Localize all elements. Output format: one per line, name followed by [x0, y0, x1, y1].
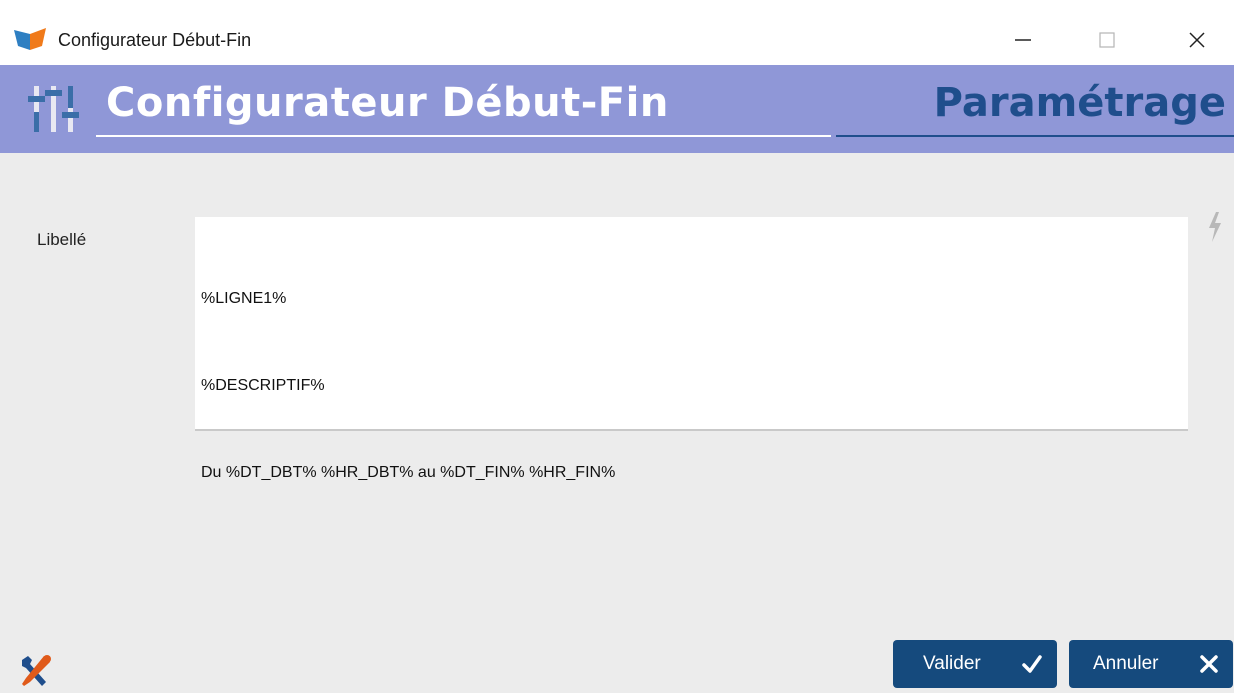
maximize-icon: [1099, 32, 1115, 48]
title-bar: Configurateur Début-Fin: [0, 0, 1234, 65]
textarea-line-2: %DESCRIPTIF%: [201, 377, 325, 394]
tools-icon[interactable]: [16, 652, 54, 688]
annuler-button[interactable]: Annuler: [1069, 640, 1233, 688]
check-icon: [1022, 655, 1042, 673]
libelle-textarea[interactable]: %LIGNE1% %DESCRIPTIF% Du %DT_DBT% %HR_DB…: [195, 217, 1188, 481]
textarea-line-1: %LIGNE1%: [201, 290, 287, 307]
dialog-window: Configurateur Début-Fin Configurateur Dé…: [0, 0, 1234, 693]
annuler-label: Annuler: [1093, 653, 1159, 674]
maximize-button[interactable]: [1084, 20, 1130, 60]
cross-icon: [1200, 655, 1218, 673]
minimize-button[interactable]: [1000, 20, 1046, 60]
section-title: Paramétrage: [933, 80, 1226, 126]
close-button[interactable]: [1174, 20, 1220, 60]
lightning-icon[interactable]: [1206, 212, 1224, 242]
window-title: Configurateur Début-Fin: [58, 30, 252, 50]
page-title: Configurateur Début-Fin: [106, 80, 669, 126]
close-icon: [1189, 32, 1205, 48]
minimize-icon: [1015, 39, 1031, 41]
section-underline: [836, 135, 1234, 137]
valider-button[interactable]: Valider: [893, 640, 1057, 688]
sliders-icon: [28, 86, 79, 132]
app-logo-icon: [14, 28, 46, 50]
textarea-line-3: Du %DT_DBT% %HR_DBT% au %DT_FIN% %HR_FIN…: [201, 464, 616, 481]
title-underline: [96, 135, 831, 137]
libelle-label: Libellé: [37, 230, 87, 249]
valider-label: Valider: [923, 653, 981, 674]
